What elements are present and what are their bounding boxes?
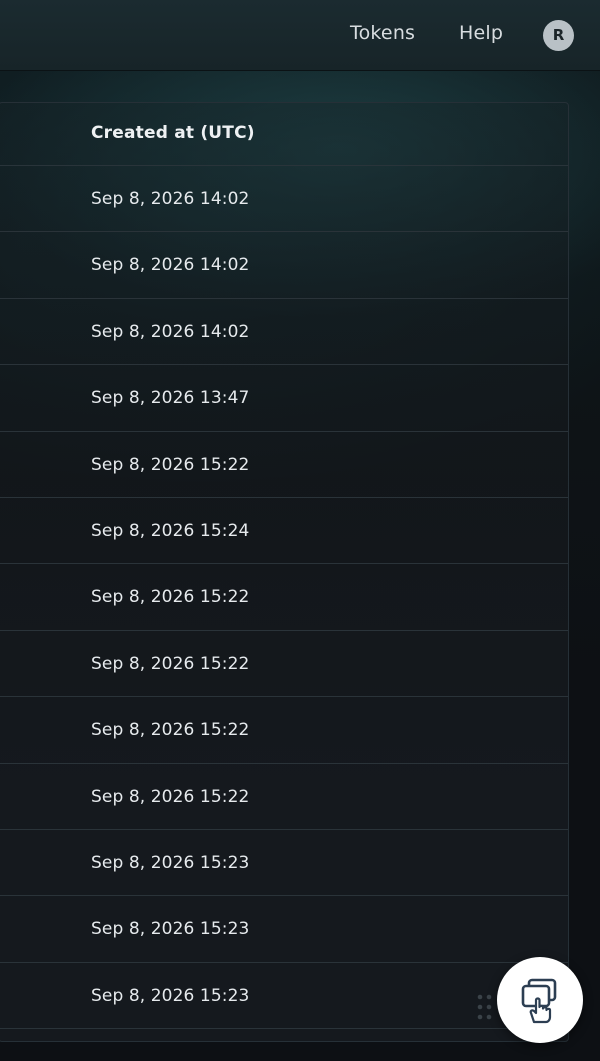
top-navigation-bar: Tokens Help R (0, 0, 600, 71)
created-at-cell: Sep 8, 2026 14:02 (91, 255, 250, 276)
created-at-cell: Sep 8, 2026 15:24 (91, 520, 250, 541)
nav-link-tokens[interactable]: Tokens (350, 22, 415, 44)
created-at-cell: Sep 8, 2026 15:22 (91, 653, 250, 674)
table-row[interactable]: Sep 8, 2026 15:23 (0, 896, 568, 963)
table-row[interactable]: Sep 8, 2026 15:22 (0, 631, 568, 698)
created-at-cell: Sep 8, 2026 15:23 (91, 985, 250, 1006)
created-at-cell: Sep 8, 2026 14:02 (91, 321, 250, 342)
created-at-cell: Sep 8, 2026 15:22 (91, 454, 250, 475)
created-at-cell: Sep 8, 2026 14:02 (91, 189, 250, 209)
created-at-cell: Sep 8, 2026 13:47 (91, 388, 250, 409)
column-header-created-at[interactable]: Created at (UTC) (91, 123, 255, 143)
nav-link-help[interactable]: Help (459, 22, 503, 44)
tokens-table: Created at (UTC) Sep 8, 2026 14:02 Sep 8… (0, 102, 569, 1042)
created-at-cell: Sep 8, 2026 15:22 (91, 720, 250, 741)
drag-handle-icon[interactable] (472, 988, 500, 1028)
table-body: Sep 8, 2026 14:02 Sep 8, 2026 14:02 Sep … (0, 166, 568, 1030)
table-row[interactable]: Sep 8, 2026 14:02 (0, 232, 568, 299)
table-row[interactable]: Sep 8, 2026 15:22 (0, 697, 568, 764)
windows-pointer-icon (521, 978, 557, 1024)
table-row[interactable]: Sep 8, 2026 14:02 (0, 166, 568, 233)
table-row[interactable]: Sep 8, 2026 15:22 (0, 764, 568, 830)
created-at-cell: Sep 8, 2026 15:23 (91, 919, 250, 940)
table-row[interactable]: Sep 8, 2026 13:47 (0, 365, 568, 432)
table-row[interactable]: Sep 8, 2026 14:02 (0, 299, 568, 366)
table-row[interactable]: Sep 8, 2026 15:22 (0, 564, 568, 631)
created-at-cell: Sep 8, 2026 15:22 (91, 587, 250, 608)
created-at-cell: Sep 8, 2026 15:22 (91, 786, 250, 807)
table-row[interactable]: Sep 8, 2026 15:24 (0, 498, 568, 565)
created-at-cell: Sep 8, 2026 15:23 (91, 852, 250, 873)
table-row[interactable]: Sep 8, 2026 15:22 (0, 432, 568, 498)
floating-widget-button[interactable] (497, 957, 583, 1043)
table-row[interactable]: Sep 8, 2026 15:23 (0, 830, 568, 897)
user-avatar[interactable]: R (543, 20, 574, 51)
table-header-row: Created at (UTC) (0, 103, 568, 166)
page: Tokens Help R Created at (UTC) Sep 8, 20… (0, 0, 600, 1061)
